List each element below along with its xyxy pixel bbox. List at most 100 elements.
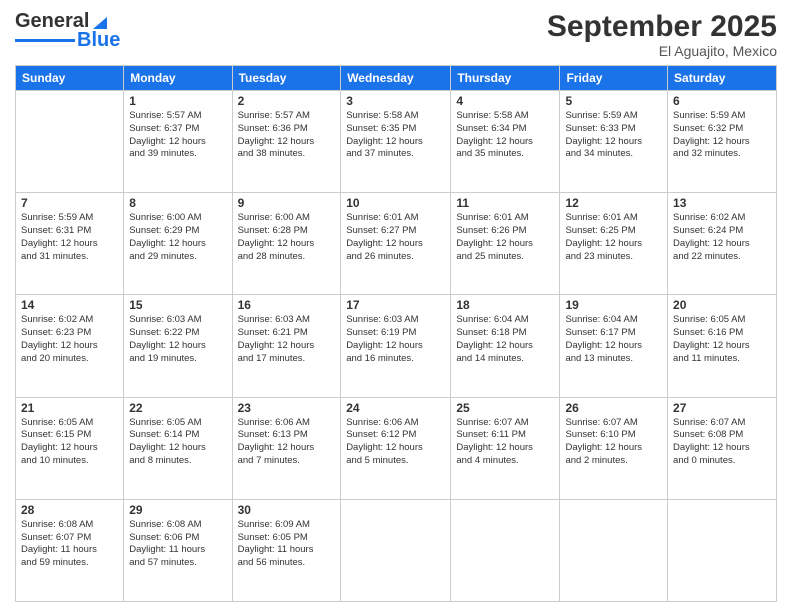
page: General Blue September 2025 El Aguajito,… xyxy=(0,0,792,612)
day-number: 30 xyxy=(238,503,336,517)
day-number: 14 xyxy=(21,298,118,312)
day-info: Sunrise: 6:01 AM Sunset: 6:26 PM Dayligh… xyxy=(456,212,554,263)
calendar-week-2: 14 Sunrise: 6:02 AM Sunset: 6:23 PM Dayli… xyxy=(16,295,777,397)
day-number: 6 xyxy=(673,94,771,108)
calendar-week-4: 28Sunrise: 6:08 AM Sunset: 6:07 PM Dayli… xyxy=(16,499,777,601)
day-info: Sunrise: 5:58 AM Sunset: 6:35 PM Dayligh… xyxy=(346,110,445,161)
calendar-week-3: 21 Sunrise: 6:05 AM Sunset: 6:15 PM Dayli… xyxy=(16,397,777,499)
table-row: 24Sunrise: 6:06 AM Sunset: 6:12 PM Dayli… xyxy=(341,397,451,499)
day-info: Sunrise: 6:00 AM Sunset: 6:28 PM Dayligh… xyxy=(238,212,336,263)
table-row: 6 Sunrise: 5:59 AM Sunset: 6:32 PM Daylig… xyxy=(668,91,777,193)
day-info: Sunrise: 6:05 AM Sunset: 6:14 PM Dayligh… xyxy=(129,417,226,468)
day-number: 3 xyxy=(346,94,445,108)
day-info: Sunrise: 6:01 AM Sunset: 6:25 PM Dayligh… xyxy=(565,212,662,263)
table-row: 27Sunrise: 6:07 AM Sunset: 6:08 PM Dayli… xyxy=(668,397,777,499)
table-row: 5 Sunrise: 5:59 AM Sunset: 6:33 PM Daylig… xyxy=(560,91,668,193)
table-row xyxy=(451,499,560,601)
day-info: Sunrise: 6:09 AM Sunset: 6:05 PM Dayligh… xyxy=(238,519,336,570)
day-info: Sunrise: 6:04 AM Sunset: 6:18 PM Dayligh… xyxy=(456,314,554,365)
day-info: Sunrise: 6:00 AM Sunset: 6:29 PM Dayligh… xyxy=(129,212,226,263)
th-monday: Monday xyxy=(124,66,232,91)
header: General Blue September 2025 El Aguajito,… xyxy=(15,10,777,59)
table-row: 7Sunrise: 5:59 AM Sunset: 6:31 PM Daylig… xyxy=(16,193,124,295)
day-info: Sunrise: 6:08 AM Sunset: 6:07 PM Dayligh… xyxy=(21,519,118,570)
day-info: Sunrise: 6:07 AM Sunset: 6:08 PM Dayligh… xyxy=(673,417,771,468)
table-row xyxy=(560,499,668,601)
table-row: 11 Sunrise: 6:01 AM Sunset: 6:26 PM Dayli… xyxy=(451,193,560,295)
table-row: 16 Sunrise: 6:03 AM Sunset: 6:21 PM Dayli… xyxy=(232,295,341,397)
table-row: 28Sunrise: 6:08 AM Sunset: 6:07 PM Dayli… xyxy=(16,499,124,601)
day-info: Sunrise: 5:57 AM Sunset: 6:36 PM Dayligh… xyxy=(238,110,336,161)
table-row: 10 Sunrise: 6:01 AM Sunset: 6:27 PM Dayli… xyxy=(341,193,451,295)
day-info: Sunrise: 6:04 AM Sunset: 6:17 PM Dayligh… xyxy=(565,314,662,365)
table-row: 26 Sunrise: 6:07 AM Sunset: 6:10 PM Dayli… xyxy=(560,397,668,499)
day-number: 8 xyxy=(129,196,226,210)
day-number: 15 xyxy=(129,298,226,312)
table-row: 19 Sunrise: 6:04 AM Sunset: 6:17 PM Dayli… xyxy=(560,295,668,397)
th-tuesday: Tuesday xyxy=(232,66,341,91)
day-info: Sunrise: 6:05 AM Sunset: 6:16 PM Dayligh… xyxy=(673,314,771,365)
day-info: Sunrise: 5:59 AM Sunset: 6:32 PM Dayligh… xyxy=(673,110,771,161)
day-number: 24 xyxy=(346,401,445,415)
calendar-week-0: 1Sunrise: 5:57 AM Sunset: 6:37 PM Daylig… xyxy=(16,91,777,193)
day-info: Sunrise: 6:05 AM Sunset: 6:15 PM Dayligh… xyxy=(21,417,118,468)
table-row: 9Sunrise: 6:00 AM Sunset: 6:28 PM Daylig… xyxy=(232,193,341,295)
header-row: Sunday Monday Tuesday Wednesday Thursday… xyxy=(16,66,777,91)
table-row: 22 Sunrise: 6:05 AM Sunset: 6:14 PM Dayli… xyxy=(124,397,232,499)
day-info: Sunrise: 6:02 AM Sunset: 6:24 PM Dayligh… xyxy=(673,212,771,263)
day-info: Sunrise: 5:59 AM Sunset: 6:33 PM Dayligh… xyxy=(565,110,662,161)
day-number: 16 xyxy=(238,298,336,312)
table-row: 15 Sunrise: 6:03 AM Sunset: 6:22 PM Dayli… xyxy=(124,295,232,397)
month-title: September 2025 xyxy=(547,10,777,43)
table-row: 13 Sunrise: 6:02 AM Sunset: 6:24 PM Dayli… xyxy=(668,193,777,295)
day-number: 12 xyxy=(565,196,662,210)
table-row: 14 Sunrise: 6:02 AM Sunset: 6:23 PM Dayli… xyxy=(16,295,124,397)
day-number: 20 xyxy=(673,298,771,312)
table-row: 21 Sunrise: 6:05 AM Sunset: 6:15 PM Dayli… xyxy=(16,397,124,499)
day-number: 26 xyxy=(565,401,662,415)
day-number: 5 xyxy=(565,94,662,108)
day-number: 29 xyxy=(129,503,226,517)
table-row xyxy=(341,499,451,601)
table-row: 23Sunrise: 6:06 AM Sunset: 6:13 PM Dayli… xyxy=(232,397,341,499)
day-number: 10 xyxy=(346,196,445,210)
day-number: 7 xyxy=(21,196,118,210)
th-thursday: Thursday xyxy=(451,66,560,91)
table-row: 18 Sunrise: 6:04 AM Sunset: 6:18 PM Dayli… xyxy=(451,295,560,397)
table-row: 29Sunrise: 6:08 AM Sunset: 6:06 PM Dayli… xyxy=(124,499,232,601)
day-number: 17 xyxy=(346,298,445,312)
table-row: 30 Sunrise: 6:09 AM Sunset: 6:05 PM Dayli… xyxy=(232,499,341,601)
day-number: 2 xyxy=(238,94,336,108)
table-row: 2 Sunrise: 5:57 AM Sunset: 6:36 PM Daylig… xyxy=(232,91,341,193)
day-number: 18 xyxy=(456,298,554,312)
logo-text-blue: Blue xyxy=(77,29,120,52)
calendar-table: Sunday Monday Tuesday Wednesday Thursday… xyxy=(15,65,777,602)
title-area: September 2025 El Aguajito, Mexico xyxy=(547,10,777,59)
day-info: Sunrise: 6:07 AM Sunset: 6:10 PM Dayligh… xyxy=(565,417,662,468)
day-number: 23 xyxy=(238,401,336,415)
logo: General Blue xyxy=(15,10,120,52)
table-row: 25Sunrise: 6:07 AM Sunset: 6:11 PM Dayli… xyxy=(451,397,560,499)
day-number: 19 xyxy=(565,298,662,312)
th-sunday: Sunday xyxy=(16,66,124,91)
day-info: Sunrise: 6:03 AM Sunset: 6:22 PM Dayligh… xyxy=(129,314,226,365)
day-number: 22 xyxy=(129,401,226,415)
day-number: 13 xyxy=(673,196,771,210)
day-info: Sunrise: 6:03 AM Sunset: 6:21 PM Dayligh… xyxy=(238,314,336,365)
day-info: Sunrise: 6:01 AM Sunset: 6:27 PM Dayligh… xyxy=(346,212,445,263)
day-info: Sunrise: 6:02 AM Sunset: 6:23 PM Dayligh… xyxy=(21,314,118,365)
table-row: 3 Sunrise: 5:58 AM Sunset: 6:35 PM Daylig… xyxy=(341,91,451,193)
day-info: Sunrise: 6:03 AM Sunset: 6:19 PM Dayligh… xyxy=(346,314,445,365)
th-friday: Friday xyxy=(560,66,668,91)
day-number: 21 xyxy=(21,401,118,415)
day-number: 1 xyxy=(129,94,226,108)
table-row xyxy=(668,499,777,601)
day-number: 25 xyxy=(456,401,554,415)
table-row xyxy=(16,91,124,193)
table-row: 8 Sunrise: 6:00 AM Sunset: 6:29 PM Daylig… xyxy=(124,193,232,295)
th-saturday: Saturday xyxy=(668,66,777,91)
table-row: 1Sunrise: 5:57 AM Sunset: 6:37 PM Daylig… xyxy=(124,91,232,193)
location-subtitle: El Aguajito, Mexico xyxy=(547,43,777,59)
th-wednesday: Wednesday xyxy=(341,66,451,91)
day-number: 11 xyxy=(456,196,554,210)
